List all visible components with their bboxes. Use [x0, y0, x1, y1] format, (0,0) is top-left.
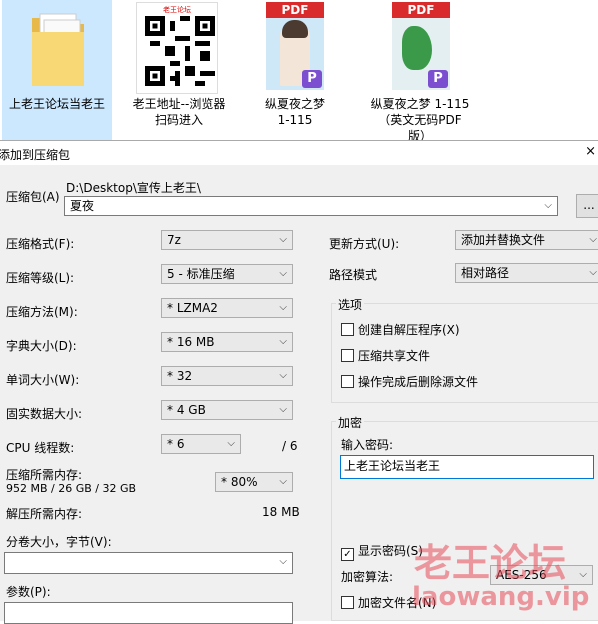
- threads-value: * 6: [167, 437, 185, 451]
- qrcode-pattern: [144, 16, 215, 86]
- qrcode-caption: 老王论坛: [163, 6, 191, 14]
- chevron-down-icon: ⌵: [279, 268, 287, 279]
- solid-value: * 4 GB: [167, 403, 206, 417]
- chevron-down-icon: ⌵: [589, 234, 597, 245]
- mem-label: 压缩所需内存:: [6, 468, 83, 482]
- dict-value: * 16 MB: [167, 335, 215, 349]
- method-select[interactable]: * LZMA2 ⌵: [161, 298, 293, 318]
- archive-label: 压缩包(A): [6, 190, 60, 204]
- chevron-down-icon: ⌵: [279, 556, 287, 567]
- format-select[interactable]: 7z ⌵: [161, 230, 293, 250]
- pdf-badge: PDF: [392, 2, 450, 18]
- word-value: * 32: [167, 369, 193, 383]
- sfx-label: 创建自解压程序(X): [358, 323, 460, 337]
- method-label: 压缩方法(M):: [6, 305, 78, 319]
- folder-icon: [32, 13, 84, 86]
- chevron-down-icon: ⌵: [279, 336, 287, 347]
- format-value: 7z: [167, 233, 181, 247]
- split-label: 分卷大小，字节(V):: [6, 535, 112, 549]
- chevron-down-icon: ⌵: [279, 370, 287, 381]
- watermark-logo-text: 老王论坛: [414, 541, 567, 585]
- desktop-icon-qrcode[interactable]: 老王论坛 老王地址--浏览器扫码进入: [124, 0, 234, 140]
- update-mode-select[interactable]: 添加并替换文件 ⌵: [455, 230, 598, 250]
- chevron-down-icon: ⌵: [589, 267, 597, 278]
- checkbox-box: [341, 375, 354, 388]
- desktop-icon-label: 上老王论坛当老王: [8, 97, 105, 111]
- chevron-down-icon: ⌵: [279, 404, 287, 415]
- check-icon: ✓: [341, 548, 354, 561]
- desktop-icon-folder[interactable]: 上老王论坛当老王: [2, 0, 112, 140]
- chevron-down-icon: ⌵: [279, 234, 287, 245]
- desktop-icon-pdf[interactable]: PDF P 纵夏夜之梦 1-115: [258, 0, 368, 140]
- solid-select[interactable]: * 4 GB ⌵: [161, 400, 293, 420]
- dict-label: 字典大小(D):: [6, 339, 77, 353]
- sfx-checkbox[interactable]: 创建自解压程序(X): [341, 321, 460, 337]
- mem-percent-select[interactable]: * 80% ⌵: [215, 472, 293, 492]
- path-mode-label: 路径模式: [329, 268, 378, 282]
- chevron-down-icon: ⌵: [279, 302, 287, 313]
- password-label: 输入密码:: [341, 438, 394, 452]
- decomp-label: 解压所需内存:: [6, 507, 83, 521]
- mem-percent-value: * 80%: [221, 475, 258, 489]
- dict-select[interactable]: * 16 MB ⌵: [161, 332, 293, 352]
- solid-label: 固实数据大小:: [6, 407, 83, 421]
- update-label: 更新方式(U):: [329, 237, 400, 251]
- threads-total: / 6: [282, 439, 298, 453]
- decomp-value: 18 MB: [262, 505, 300, 519]
- password-value: 上老王论坛当老王: [344, 459, 441, 473]
- split-size-combo[interactable]: ⌵: [4, 552, 293, 574]
- desktop-icon-label: 纵夏夜之梦 1-115（英文无码PDF版）: [370, 97, 470, 143]
- pdf-icon: PDF P: [266, 2, 324, 90]
- options-title: 选项: [336, 296, 365, 313]
- delete-after-label: 操作完成后删除源文件: [358, 375, 479, 389]
- delete-after-checkbox[interactable]: 操作完成后删除源文件: [341, 373, 478, 389]
- format-label: 压缩格式(F):: [6, 237, 75, 251]
- browse-button[interactable]: ...: [576, 194, 598, 218]
- method-value: * LZMA2: [167, 301, 218, 315]
- params-label: 参数(P):: [6, 585, 51, 599]
- chevron-down-icon: ⌵: [227, 438, 235, 449]
- chevron-down-icon: ⌵: [279, 476, 287, 487]
- level-select[interactable]: 5 - 标准压缩 ⌵: [161, 264, 293, 284]
- threads-select[interactable]: * 6 ⌵: [161, 434, 241, 454]
- watermark-url: laowang.vip: [412, 582, 590, 612]
- desktop-icon-pdf[interactable]: PDF P 纵夏夜之梦 1-115（英文无码PDF版）: [370, 0, 470, 143]
- archive-name-value: 夏夜: [70, 199, 95, 213]
- mem-value: 952 MB / 26 GB / 32 GB: [6, 482, 137, 495]
- params-input[interactable]: [4, 602, 293, 624]
- dialog-titlebar: 添加到压缩包 ×: [0, 141, 598, 165]
- level-value: 5 - 标准压缩: [167, 267, 235, 281]
- level-label: 压缩等级(L):: [6, 271, 75, 285]
- pdf-badge: PDF: [266, 2, 324, 18]
- password-input[interactable]: 上老王论坛当老王: [340, 455, 594, 479]
- shared-files-label: 压缩共享文件: [358, 349, 431, 363]
- desktop-icon-label: 老王地址--浏览器扫码进入: [132, 97, 226, 127]
- show-password-checkbox[interactable]: ✓ 显示密码(S): [341, 542, 423, 561]
- path-mode-select[interactable]: 相对路径 ⌵: [455, 263, 598, 283]
- archive-path: D:\Desktop\宣传上老王\: [66, 181, 201, 195]
- desktop-icon-label: 纵夏夜之梦 1-115: [264, 97, 325, 127]
- word-label: 单词大小(W):: [6, 373, 80, 387]
- encryption-title: 加密: [336, 414, 365, 431]
- path-mode-value: 相对路径: [461, 266, 510, 280]
- shared-files-checkbox[interactable]: 压缩共享文件: [341, 347, 430, 363]
- threads-label: CPU 线程数:: [6, 441, 75, 455]
- pdf-icon: PDF P: [392, 2, 450, 90]
- chevron-down-icon: ⌵: [544, 200, 552, 211]
- update-mode-value: 添加并替换文件: [461, 233, 546, 247]
- close-icon[interactable]: ×: [585, 144, 596, 159]
- algo-label: 加密算法:: [341, 570, 394, 584]
- checkbox-box: [341, 596, 354, 609]
- desktop-icon-strip: 上老王论坛当老王 老王论坛 老王地址--浏览器扫码进入 PDF P 纵夏夜之梦 …: [0, 0, 598, 143]
- checkbox-box: [341, 323, 354, 336]
- checkbox-box: [341, 349, 354, 362]
- dialog-title: 添加到压缩包: [0, 148, 71, 162]
- qrcode-icon: 老王论坛: [136, 2, 218, 94]
- archive-name-combo[interactable]: 夏夜 ⌵: [64, 196, 558, 216]
- word-select[interactable]: * 32 ⌵: [161, 366, 293, 386]
